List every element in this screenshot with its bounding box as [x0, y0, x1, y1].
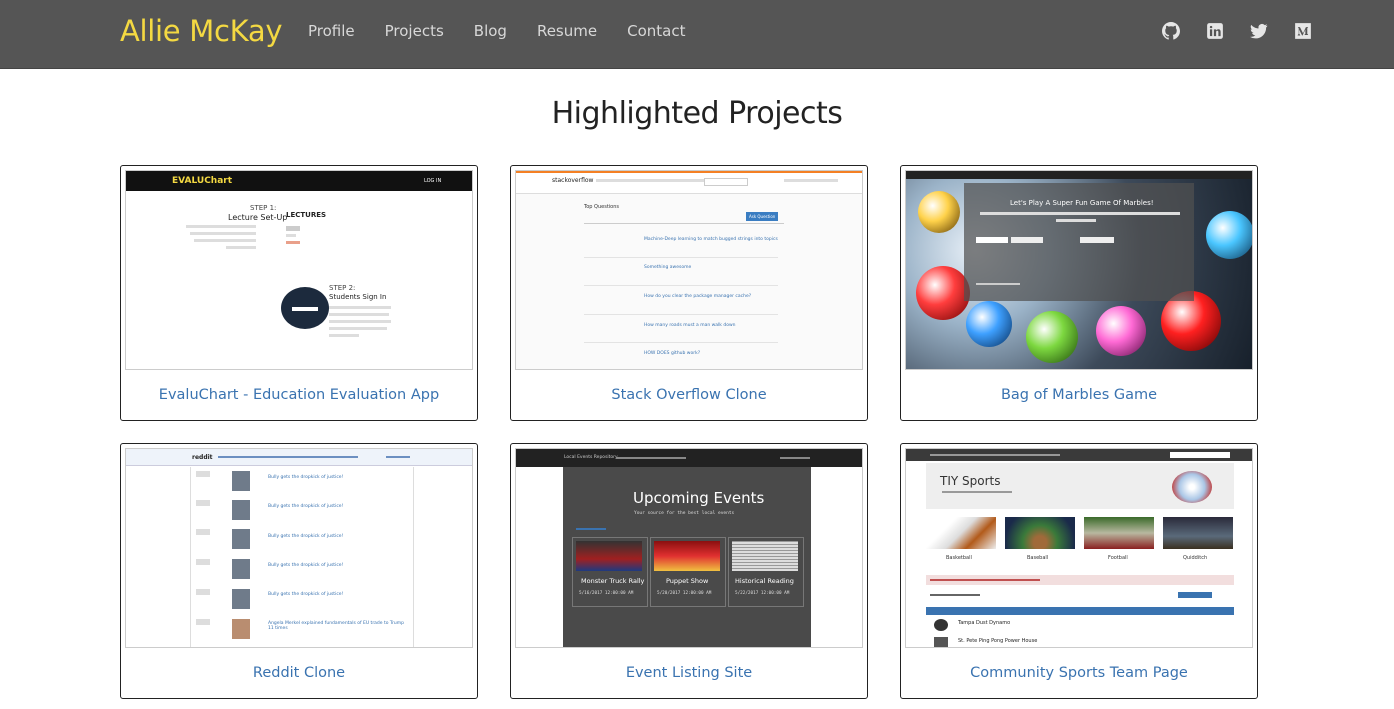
thumb-post: Bully gets the dropkick of justice! — [268, 475, 344, 480]
project-title[interactable]: Stack Overflow Clone — [511, 387, 867, 403]
project-card-marbles[interactable]: Let's Play A Super Fun Game Of Marbles! … — [900, 165, 1258, 421]
thumb-event-name: Historical Reading — [735, 577, 794, 585]
thumb-logo: reddit — [192, 454, 213, 461]
nav-links: Profile Projects Blog Resume Contact — [308, 22, 715, 40]
thumb-question: HOW DOES github work? — [644, 351, 701, 356]
thumb-section: Top Questions — [584, 204, 619, 210]
thumb-question: How many roads must a man walk down — [644, 323, 736, 328]
page-title: Highlighted Projects — [551, 96, 843, 131]
thumb-login: LOG IN — [424, 178, 442, 184]
thumb-event-name: Monster Truck Rally — [581, 577, 645, 585]
thumb-post: Bully gets the dropkick of justice! — [268, 534, 344, 539]
nav-link-projects[interactable]: Projects — [385, 22, 444, 40]
project-thumbnail: EVALUChart LOG IN STEP 1: Lecture Set-Up… — [125, 170, 473, 370]
thumb-site: TIY Sports — [940, 474, 1001, 488]
thumb-step2-title: Students Sign In — [329, 293, 387, 301]
thumb-sport: Basketball — [946, 555, 972, 561]
github-icon[interactable] — [1162, 22, 1180, 40]
thumb-post: Bully gets the dropkick of justice! — [268, 563, 344, 568]
thumb-event-date: 5/22/2017 12:00:00 AM — [735, 591, 790, 596]
project-thumbnail: TIY Sports Basketball Baseball Football … — [905, 448, 1253, 648]
linkedin-icon[interactable] — [1206, 22, 1224, 40]
nav-link-blog[interactable]: Blog — [474, 22, 507, 40]
thumb-ask-button: Ask Question — [746, 212, 779, 221]
project-thumbnail: reddit Bully gets the dropkick of justic… — [125, 448, 473, 648]
project-title[interactable]: EvaluChart - Education Evaluation App — [121, 387, 477, 403]
thumb-step2: STEP 2: — [329, 284, 356, 292]
thumb-lectures: LECTURES — [286, 211, 327, 219]
twitter-icon[interactable] — [1250, 22, 1268, 40]
project-card-evaluchart[interactable]: EVALUChart LOG IN STEP 1: Lecture Set-Up… — [120, 165, 478, 421]
thumb-sport: Football — [1108, 555, 1128, 561]
medium-icon[interactable] — [1294, 22, 1312, 40]
thumb-event-name: Puppet Show — [666, 577, 709, 585]
thumb-event-date: 5/16/2017 12:00:00 AM — [579, 591, 634, 596]
project-card-stackoverflow[interactable]: stackoverflow Top Questions Ask Question… — [510, 165, 868, 421]
project-thumbnail: Local Events Repository Upcoming Events … — [515, 448, 863, 648]
thumb-sport: Baseball — [1027, 555, 1049, 561]
project-thumbnail: Let's Play A Super Fun Game Of Marbles! — [905, 170, 1253, 370]
project-title[interactable]: Community Sports Team Page — [901, 665, 1257, 681]
social-links — [1162, 22, 1312, 40]
thumb-logo: EVALUChart — [172, 176, 233, 186]
project-thumbnail: stackoverflow Top Questions Ask Question… — [515, 170, 863, 370]
project-card-sports[interactable]: TIY Sports Basketball Baseball Football … — [900, 443, 1258, 699]
thumb-step1-title: Lecture Set-Up — [228, 213, 288, 222]
navbar: Allie McKay Profile Projects Blog Resume… — [0, 0, 1394, 69]
thumb-event-date: 5/20/2017 12:00:00 AM — [657, 591, 712, 596]
nav-link-resume[interactable]: Resume — [537, 22, 597, 40]
thumb-hero: Upcoming Events — [633, 489, 765, 507]
brand-logo[interactable]: Allie McKay — [120, 14, 282, 48]
thumb-team: St. Pete Ping Pong Power House — [958, 638, 1038, 644]
project-title[interactable]: Event Listing Site — [511, 665, 867, 681]
nav-link-profile[interactable]: Profile — [308, 22, 355, 40]
project-title[interactable]: Reddit Clone — [121, 665, 477, 681]
nav-link-contact[interactable]: Contact — [627, 22, 685, 40]
thumb-site: Local Events Repository — [564, 455, 618, 460]
thumb-post: Angela Merkel explained fundamentals of … — [268, 621, 404, 631]
thumb-step1: STEP 1: — [250, 204, 277, 212]
thumb-headline: Let's Play A Super Fun Game Of Marbles! — [1010, 199, 1154, 207]
project-title[interactable]: Bag of Marbles Game — [901, 387, 1257, 403]
thumb-logo: stackoverflow — [552, 177, 594, 184]
thumb-post: Bully gets the dropkick of justice! — [268, 592, 344, 597]
thumb-team: Tampa Dust Dynamo — [958, 620, 1011, 626]
thumb-question: Something awesome — [644, 265, 692, 270]
project-card-events[interactable]: Local Events Repository Upcoming Events … — [510, 443, 868, 699]
thumb-question: How do you clear the package manager cac… — [644, 294, 752, 299]
thumb-sport: Quidditch — [1183, 555, 1208, 561]
thumb-post: Bully gets the dropkick of justice! — [268, 504, 344, 509]
thumb-sub: Your source for the best local events — [634, 511, 735, 516]
thumb-question: Machine-Deep learning to match bugged st… — [644, 237, 778, 242]
project-card-reddit[interactable]: reddit Bully gets the dropkick of justic… — [120, 443, 478, 699]
